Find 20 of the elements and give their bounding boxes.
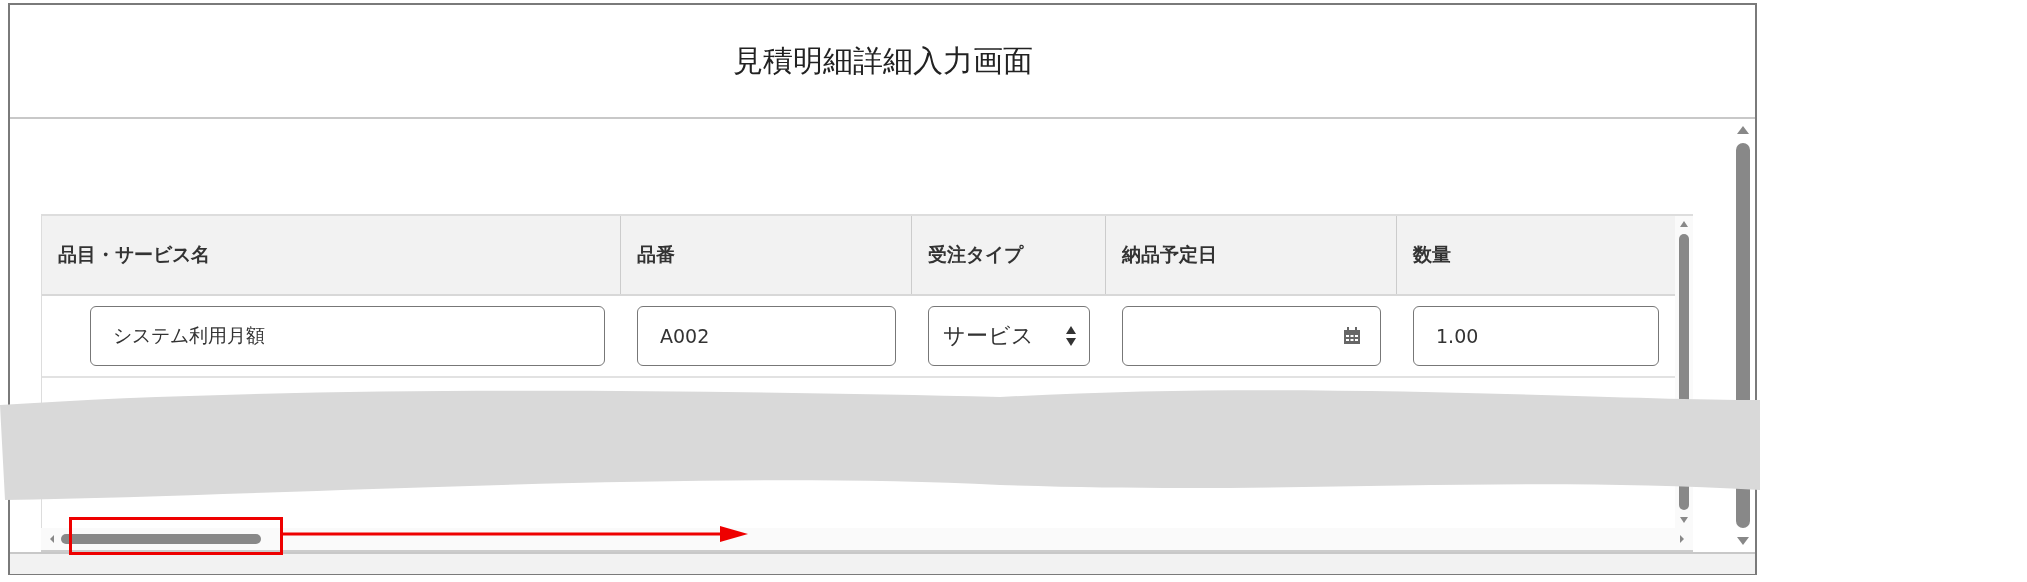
- date-field[interactable]: [1122, 306, 1381, 366]
- scroll-down-icon[interactable]: [1679, 516, 1689, 524]
- up-down-icon: [1065, 325, 1077, 347]
- column-header: 受注タイプ: [912, 216, 1106, 294]
- input-field[interactable]: 1.00: [1413, 306, 1659, 366]
- window-title: 見積明細詳細入力画面: [732, 41, 1033, 80]
- scroll-up-icon[interactable]: [1736, 125, 1750, 135]
- column-header: 品目・サービス名: [42, 216, 621, 294]
- column-header: 納品予定日: [1106, 216, 1397, 294]
- select-field[interactable]: サービス: [928, 306, 1090, 366]
- scroll-up-icon[interactable]: [1679, 220, 1689, 228]
- column-header: 品番: [621, 216, 912, 294]
- calendar-icon[interactable]: [1342, 326, 1362, 346]
- column-header: 数量: [1412, 242, 1452, 267]
- scroll-right-icon[interactable]: [1679, 534, 1685, 544]
- horizontal-scrollbar[interactable]: [41, 528, 1693, 552]
- scroll-down-icon[interactable]: [1736, 536, 1750, 546]
- input-field[interactable]: システム利用月額: [90, 306, 605, 366]
- scroll-left-icon[interactable]: [49, 534, 55, 544]
- input-field[interactable]: A002: [637, 306, 896, 366]
